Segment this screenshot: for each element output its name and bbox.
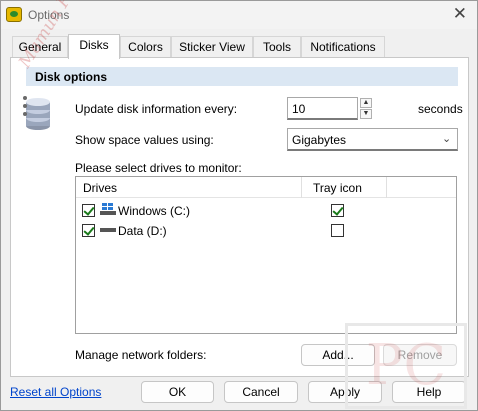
tab-sticker-view[interactable]: Sticker View (171, 36, 253, 57)
drives-list-header: Drives Tray icon (76, 177, 456, 198)
column-separator (386, 177, 387, 198)
help-button[interactable]: Help (392, 381, 466, 403)
title-bar: Options ✕ (1, 1, 477, 29)
tab-tools[interactable]: Tools (253, 36, 301, 57)
drives-list[interactable]: Drives Tray icon Windows (C:) Data (D:) (75, 176, 457, 334)
apply-button[interactable]: Apply (308, 381, 382, 403)
tab-notifications[interactable]: Notifications (301, 36, 385, 57)
column-separator (301, 177, 302, 198)
windows-drive-icon (100, 203, 116, 215)
reset-all-options-link[interactable]: Reset all Options (10, 385, 101, 399)
disk-stack-icon (23, 96, 50, 130)
disks-panel: Disk options Update disk information eve… (10, 57, 469, 377)
disk-options-title: Disk options (35, 70, 108, 84)
window-title: Options (28, 8, 70, 22)
close-icon[interactable]: ✕ (453, 4, 467, 24)
tray-icon-checkbox[interactable] (331, 204, 344, 217)
tab-disks[interactable]: Disks (68, 34, 120, 59)
tab-strip: General Disks Colors Sticker View Tools … (1, 34, 478, 59)
update-interval-label: Update disk information every: (75, 102, 238, 116)
tray-icon-checkbox[interactable] (331, 224, 344, 237)
space-units-label: Show space values using: (75, 133, 214, 147)
remove-network-folder-button[interactable]: Remove (383, 344, 457, 366)
drive-monitor-checkbox[interactable] (82, 204, 95, 217)
update-interval-input[interactable]: 10 (287, 97, 358, 120)
update-interval-unit: seconds (418, 102, 463, 116)
update-interval-stepper: ▲ ▼ (358, 97, 374, 120)
drive-name: Windows (C:) (118, 204, 191, 218)
drives-prompt: Please select drives to monitor: (75, 161, 242, 175)
tab-colors[interactable]: Colors (120, 36, 171, 57)
chevron-down-icon: ⌄ (442, 133, 452, 145)
column-tray-icon[interactable]: Tray icon (313, 181, 362, 195)
drive-monitor-checkbox[interactable] (82, 224, 95, 237)
app-icon (6, 7, 22, 22)
ok-button[interactable]: OK (141, 381, 214, 403)
cancel-button[interactable]: Cancel (224, 381, 298, 403)
stepper-down-icon[interactable]: ▼ (360, 109, 372, 119)
tab-general[interactable]: General (12, 36, 68, 57)
space-units-value: Gigabytes (292, 133, 347, 147)
drive-row[interactable]: Windows (C:) (76, 201, 456, 220)
options-dialog: Options ✕ General Disks Colors Sticker V… (0, 0, 478, 411)
hard-drive-icon (100, 228, 116, 232)
drive-name: Data (D:) (118, 224, 167, 238)
update-interval-value: 10 (292, 102, 306, 116)
network-folders-label: Manage network folders: (75, 348, 207, 362)
drive-row[interactable]: Data (D:) (76, 221, 456, 240)
add-network-folder-button[interactable]: Add... (301, 344, 375, 366)
disk-options-header: Disk options (26, 67, 458, 86)
stepper-up-icon[interactable]: ▲ (360, 98, 372, 108)
column-drives[interactable]: Drives (83, 181, 117, 195)
space-units-select[interactable]: Gigabytes ⌄ (287, 128, 458, 151)
